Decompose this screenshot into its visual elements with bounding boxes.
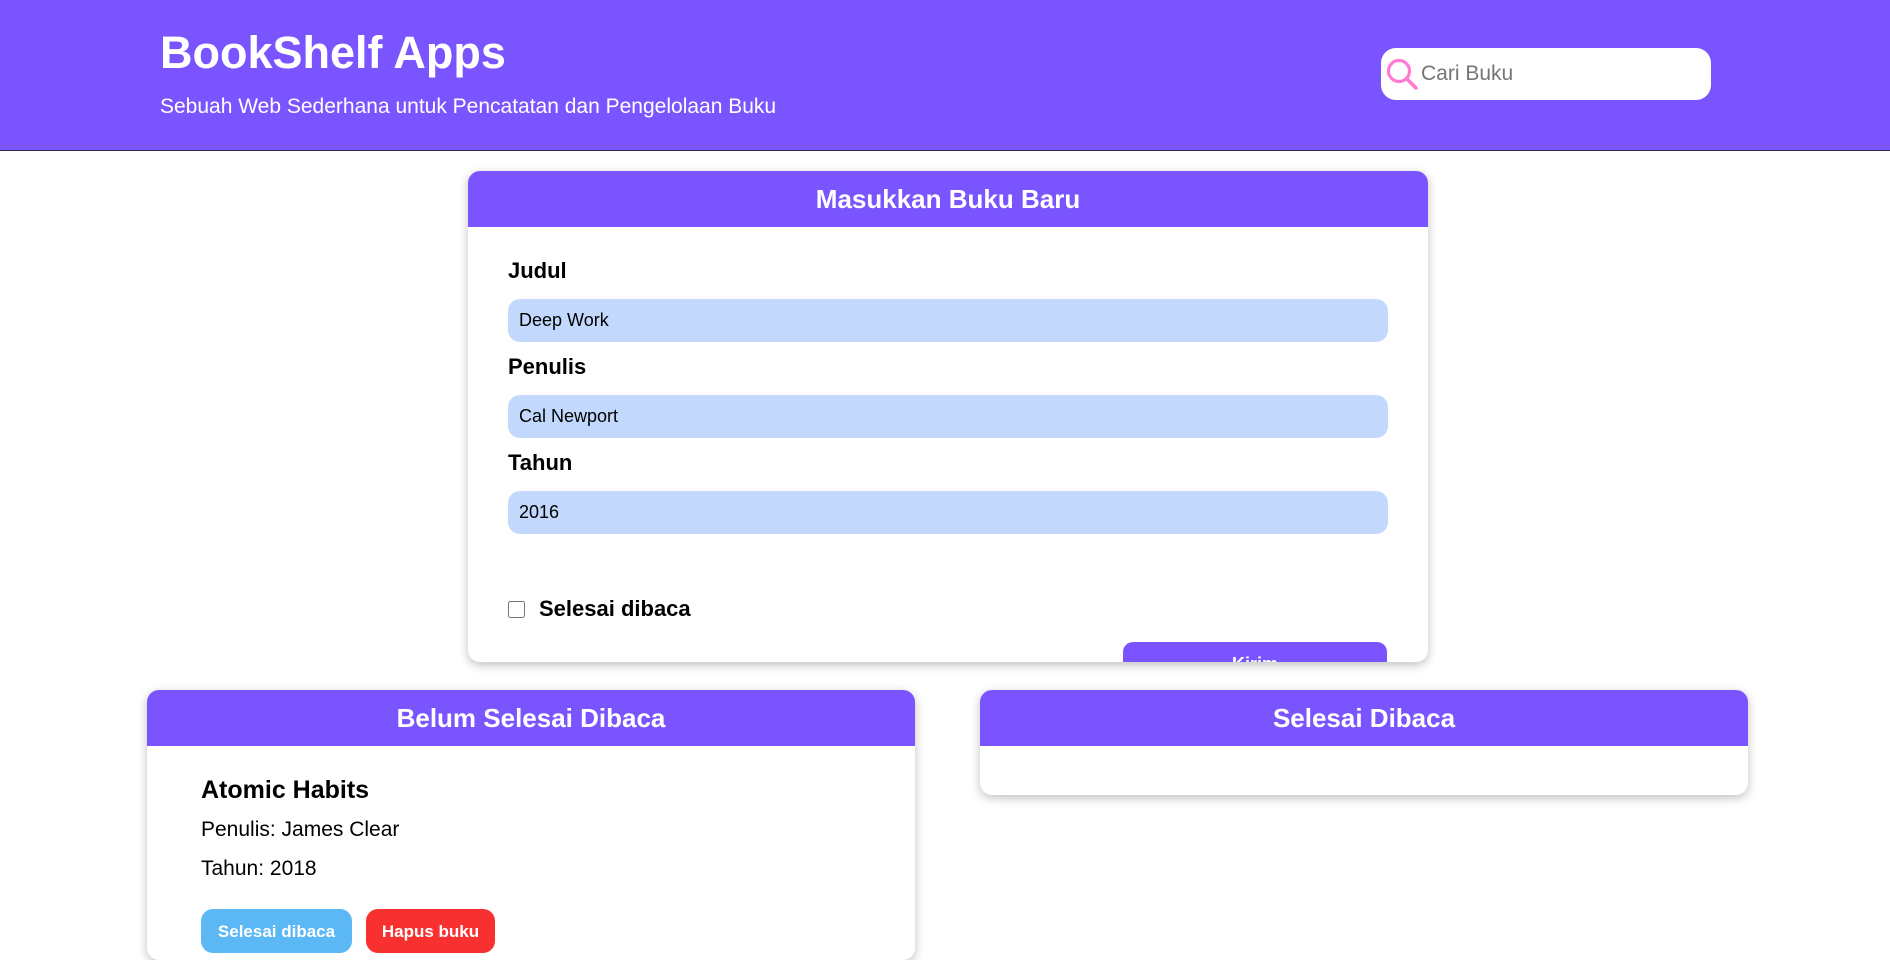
year-input[interactable] xyxy=(508,491,1388,534)
book-author: Penulis: James Clear xyxy=(201,818,400,841)
unfinished-shelf-heading: Belum Selesai Dibaca xyxy=(147,690,915,746)
finished-checkbox[interactable] xyxy=(508,601,525,618)
form-heading: Masukkan Buku Baru xyxy=(468,171,1428,227)
delete-book-button[interactable]: Hapus buku xyxy=(366,909,495,953)
app-subtitle: Sebuah Web Sederhana untuk Pencatatan da… xyxy=(160,95,777,118)
app-header: BookShelf Apps Sebuah Web Sederhana untu… xyxy=(0,0,1890,151)
unfinished-shelf: Belum Selesai Dibaca Atomic Habits Penul… xyxy=(147,690,915,960)
new-book-form-card: Masukkan Buku Baru Judul Penulis Tahun S… xyxy=(468,171,1428,662)
author-label: Penulis xyxy=(508,354,587,379)
finished-shelf: Selesai Dibaca xyxy=(980,690,1748,795)
search-input[interactable] xyxy=(1421,48,1701,100)
finished-checkbox-label[interactable]: Selesai dibaca xyxy=(539,596,691,622)
search-icon xyxy=(1385,57,1419,91)
mark-finished-button[interactable]: Selesai dibaca xyxy=(201,909,352,953)
book-title: Atomic Habits xyxy=(201,776,370,804)
author-input[interactable] xyxy=(508,395,1388,438)
search-box[interactable] xyxy=(1381,48,1711,100)
book-year: Tahun: 2018 xyxy=(201,857,317,880)
finished-shelf-heading: Selesai Dibaca xyxy=(980,690,1748,746)
year-label: Tahun xyxy=(508,450,573,475)
new-book-form: Judul Penulis Tahun Selesai dibaca Kirim xyxy=(468,227,1428,662)
submit-button[interactable]: Kirim xyxy=(1123,642,1387,662)
title-input[interactable] xyxy=(508,299,1388,342)
app-title: BookShelf Apps xyxy=(160,27,506,78)
title-label: Judul xyxy=(508,258,567,283)
